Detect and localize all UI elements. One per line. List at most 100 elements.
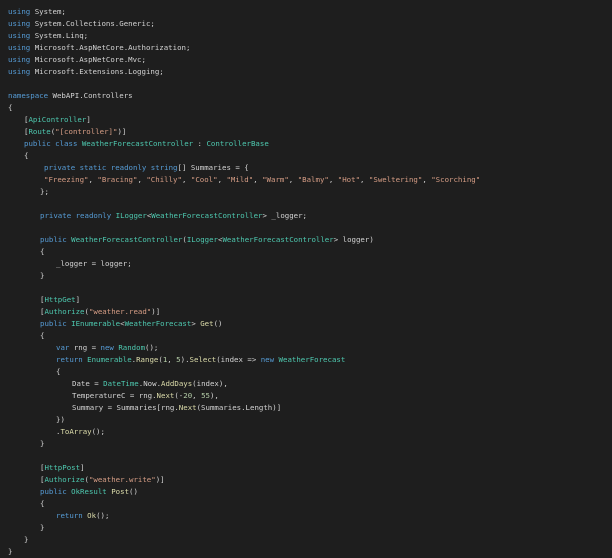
code-line[interactable]: using Microsoft.Extensions.Logging; [0, 66, 612, 78]
code-token-keyword: return [56, 511, 83, 520]
code-area[interactable]: using System; using System.Collections.Ge… [0, 6, 612, 558]
code-token-keyword: namespace [8, 91, 49, 100]
code-line[interactable]: Summary = Summaries[rng.Next(Summaries.L… [0, 402, 612, 414]
code-token-keyword: new [260, 355, 275, 364]
code-line[interactable]: private readonly ILogger<WeatherForecast… [0, 210, 612, 222]
code-token-string: "Sweltering" [368, 175, 423, 184]
code-token-text: [] Summaries = { [177, 163, 249, 172]
code-token-keyword: public [40, 235, 67, 244]
code-token-text: { [40, 499, 45, 508]
code-line[interactable]: using Microsoft.AspNetCore.Mvc; [0, 54, 612, 66]
code-token-text: Date = [72, 379, 104, 388]
code-line[interactable]: [HttpPost] [0, 462, 612, 474]
code-token-text: , [181, 175, 191, 184]
code-line[interactable]: _logger = logger; [0, 258, 612, 270]
code-token-type: WeatherForecastController [71, 235, 183, 244]
code-line[interactable]: return Enumerable.Range(1, 5).Select(ind… [0, 354, 612, 366]
code-line[interactable]: private static readonly string[] Summari… [0, 162, 612, 174]
code-line[interactable]: { [0, 150, 612, 162]
code-line[interactable]: TemperatureC = rng.Next(-20, 55), [0, 390, 612, 402]
code-line[interactable]: var rng = new Random(); [0, 342, 612, 354]
code-line[interactable]: [Authorize("weather.write")] [0, 474, 612, 486]
code-line[interactable] [0, 450, 612, 462]
code-token-keyword: using [8, 55, 31, 64]
code-token-text: _logger = logger; [56, 259, 132, 268]
code-line[interactable]: { [0, 102, 612, 114]
code-line[interactable]: [ApiController] [0, 114, 612, 126]
code-token-string: "Warm" [262, 175, 289, 184]
code-line[interactable]: public OkResult Post() [0, 486, 612, 498]
code-token-text: : [193, 139, 207, 148]
code-line[interactable]: [Authorize("weather.read")] [0, 306, 612, 318]
code-token-text: ). [180, 355, 190, 364]
code-token-attribute: Route [28, 127, 51, 136]
code-line[interactable] [0, 198, 612, 210]
code-token-keyword: public class [24, 139, 78, 148]
code-token-attribute: Authorize [44, 307, 85, 316]
code-line[interactable]: namespace WebAPI.Controllers [0, 90, 612, 102]
code-line[interactable]: { [0, 366, 612, 378]
code-line[interactable]: } [0, 270, 612, 282]
code-line[interactable]: [Route("[controller]")] [0, 126, 612, 138]
code-token-text: { [56, 367, 61, 376]
code-line[interactable]: public WeatherForecastController(ILogger… [0, 234, 612, 246]
code-line[interactable] [0, 78, 612, 90]
code-token-text: > logger) [333, 235, 374, 244]
code-token-string: "weather.write" [88, 475, 156, 484]
code-token-attribute: HttpPost [44, 463, 81, 472]
code-token-text: WebAPI.Controllers [48, 91, 133, 100]
code-token-method: Next [156, 391, 175, 400]
code-token-text: (index), [192, 379, 228, 388]
code-token-string: "[controller]" [55, 127, 118, 136]
code-line[interactable]: } [0, 534, 612, 546]
code-token-text: } [8, 547, 13, 556]
code-line[interactable]: { [0, 330, 612, 342]
code-line[interactable]: using Microsoft.AspNetCore.Authorization… [0, 42, 612, 54]
code-line[interactable]: }) [0, 414, 612, 426]
code-token-text: (- [174, 391, 184, 400]
code-line[interactable]: Date = DateTime.Now.AddDays(index), [0, 378, 612, 390]
code-token-text: Microsoft.AspNetCore.Mvc; [30, 55, 146, 64]
code-token-type: ILogger [115, 211, 147, 220]
code-line[interactable]: }; [0, 186, 612, 198]
code-line[interactable]: public IEnumerable<WeatherForecast> Get(… [0, 318, 612, 330]
code-token-keyword: new [100, 343, 114, 352]
code-token-attribute: ApiController [28, 115, 87, 124]
code-token-keyword: public [40, 319, 67, 328]
code-line[interactable] [0, 222, 612, 234]
code-line[interactable]: using System.Linq; [0, 30, 612, 42]
code-line[interactable]: public class WeatherForecastController :… [0, 138, 612, 150]
code-token-text: , [253, 175, 263, 184]
code-token-text: )] [117, 127, 127, 136]
code-token-text: { [8, 103, 13, 112]
code-line[interactable]: using System.Collections.Generic; [0, 18, 612, 30]
code-token-string: "Chilly" [146, 175, 182, 184]
code-token-keyword: private static readonly string [44, 163, 178, 172]
code-line[interactable]: } [0, 438, 612, 450]
code-token-text: ] [75, 295, 81, 304]
code-token-attribute: Authorize [44, 475, 85, 484]
code-line[interactable]: .ToArray(); [0, 426, 612, 438]
code-token-text: { [40, 331, 45, 340]
code-line[interactable]: using System; [0, 6, 612, 18]
code-line[interactable]: return Ok(); [0, 510, 612, 522]
code-token-text: , [167, 355, 177, 364]
code-token-string: "weather.read" [88, 307, 152, 316]
code-token-type: Enumerable [87, 355, 132, 364]
code-token-method: AddDays [161, 379, 193, 388]
code-line[interactable]: } [0, 522, 612, 534]
code-line[interactable]: { [0, 246, 612, 258]
code-token-type: WeatherForecast [124, 319, 192, 328]
code-editor[interactable]: using System; using System.Collections.Ge… [0, 0, 612, 558]
code-line[interactable]: "Freezing", "Bracing", "Chilly", "Cool",… [0, 174, 612, 186]
code-line[interactable]: [HttpGet] [0, 294, 612, 306]
code-line[interactable] [0, 282, 612, 294]
code-token-text: Microsoft.Extensions.Logging; [30, 67, 164, 76]
code-token-text: , [288, 175, 298, 184]
code-token-string: "Balmy" [297, 175, 329, 184]
code-line[interactable]: { [0, 498, 612, 510]
code-token-text: { [24, 151, 29, 160]
code-token-keyword: var [56, 343, 70, 352]
code-line[interactable]: } [0, 546, 612, 558]
code-token-text: ] [80, 463, 85, 472]
